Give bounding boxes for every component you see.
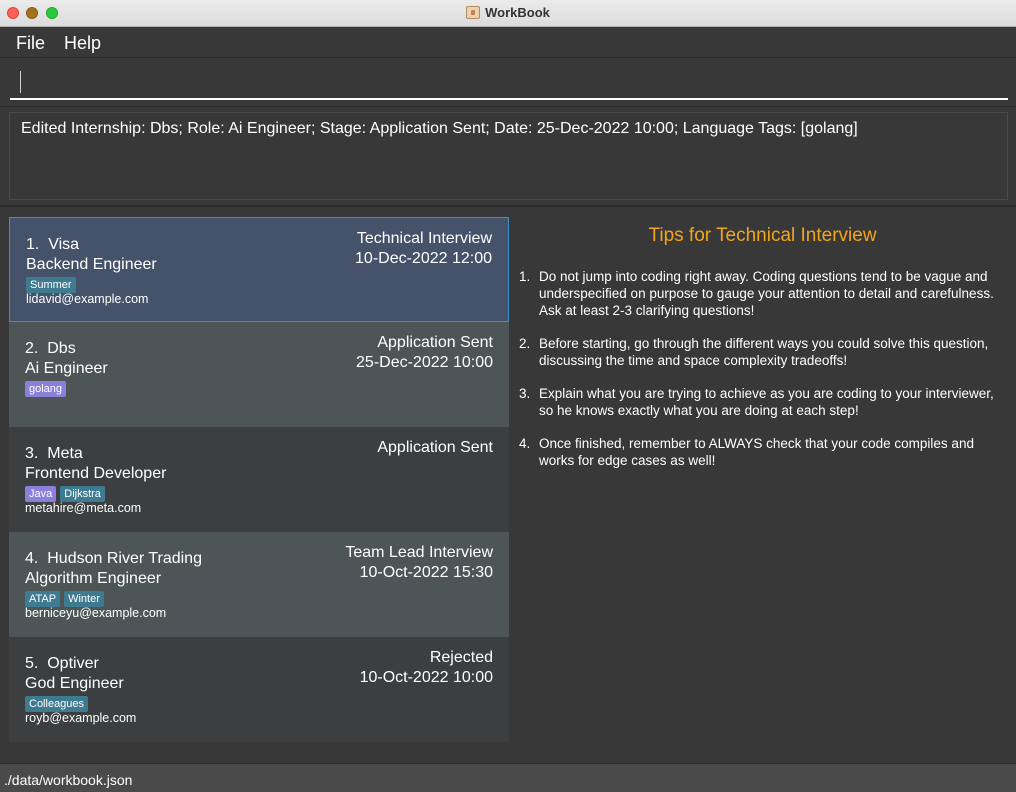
tip-text: Once finished, remember to ALWAYS check … bbox=[539, 436, 974, 468]
internship-card-1[interactable]: 1. Visa Backend Engineer Summer lidavid@… bbox=[9, 217, 509, 322]
company-name: Meta bbox=[47, 445, 83, 462]
internship-company: 3. Meta bbox=[25, 445, 83, 463]
result-display: Edited Internship: Dbs; Role: Ai Enginee… bbox=[9, 112, 1008, 200]
internship-role: God Engineer bbox=[25, 675, 124, 692]
internship-index: 4. bbox=[25, 550, 39, 567]
company-name: Hudson River Trading bbox=[47, 550, 202, 567]
tag: ATAP bbox=[25, 591, 61, 607]
internship-email: royb@example.com bbox=[25, 711, 137, 725]
internship-stage: Application Sent bbox=[377, 439, 493, 456]
window-title: WorkBook bbox=[0, 5, 1016, 20]
internship-company: 2. Dbs bbox=[25, 340, 76, 358]
command-input[interactable] bbox=[10, 67, 1008, 100]
internship-company: 5. Optiver bbox=[25, 655, 99, 673]
tag-list: Java Dijkstra bbox=[25, 484, 109, 502]
internship-email: metahire@meta.com bbox=[25, 501, 142, 515]
tag-list: golang bbox=[25, 379, 70, 397]
tag: Java bbox=[25, 486, 57, 502]
internship-role: Backend Engineer bbox=[26, 256, 157, 273]
menu-help[interactable]: Help bbox=[64, 33, 101, 54]
internship-company: 4. Hudson River Trading bbox=[25, 550, 202, 568]
internship-index: 1. bbox=[26, 236, 40, 253]
text-caret bbox=[20, 71, 21, 93]
title-bar: WorkBook bbox=[0, 0, 1016, 27]
internship-date: 10-Dec-2022 12:00 bbox=[355, 250, 492, 267]
tag: Colleagues bbox=[25, 696, 89, 712]
tips-list: 1. Do not jump into coding right away. Co… bbox=[519, 268, 1009, 485]
tag-list: Colleagues bbox=[25, 694, 92, 712]
company-name: Dbs bbox=[47, 340, 76, 357]
tag: Summer bbox=[26, 277, 76, 293]
internship-stage: Team Lead Interview bbox=[345, 544, 493, 561]
internship-list: 1. Visa Backend Engineer Summer lidavid@… bbox=[9, 217, 509, 744]
internship-role: Frontend Developer bbox=[25, 465, 167, 482]
internship-email: berniceyu@example.com bbox=[25, 606, 167, 620]
menu-bar: File Help bbox=[0, 28, 1016, 58]
app-icon bbox=[466, 6, 481, 19]
internship-date: 10-Oct-2022 10:00 bbox=[359, 669, 493, 686]
company-name: Optiver bbox=[47, 655, 99, 672]
menu-file[interactable]: File bbox=[16, 33, 45, 54]
save-location: ./data/workbook.json bbox=[4, 772, 133, 788]
internship-company: 1. Visa bbox=[26, 236, 79, 254]
internship-role: Algorithm Engineer bbox=[25, 570, 162, 587]
tip-item: 4. Once finished, remember to ALWAYS chec… bbox=[519, 435, 1009, 469]
internship-index: 2. bbox=[25, 340, 39, 357]
internship-index: 3. bbox=[25, 445, 39, 462]
internship-card-4[interactable]: 4. Hudson River Trading Algorithm Engine… bbox=[9, 532, 509, 637]
result-message: Edited Internship: Dbs; Role: Ai Enginee… bbox=[21, 120, 858, 137]
tag-list: Summer bbox=[26, 275, 80, 293]
tag-list: ATAP Winter bbox=[25, 589, 108, 607]
internship-email: lidavid@example.com bbox=[26, 292, 149, 306]
tip-item: 3. Explain what you are trying to achieve… bbox=[519, 385, 1009, 419]
tip-text: Explain what you are trying to achieve a… bbox=[539, 386, 994, 418]
pane-divider[interactable] bbox=[0, 205, 1016, 207]
internship-stage: Application Sent bbox=[377, 334, 493, 351]
tips-title: Tips for Technical Interview bbox=[648, 225, 877, 246]
tip-number: 2. bbox=[519, 336, 531, 351]
internship-card-3[interactable]: 3. Meta Frontend Developer Java Dijkstra … bbox=[9, 427, 509, 532]
company-name: Visa bbox=[48, 236, 80, 253]
tag: golang bbox=[25, 381, 67, 397]
internship-stage: Rejected bbox=[429, 649, 493, 666]
internship-card-5[interactable]: 5. Optiver God Engineer Colleagues royb@… bbox=[9, 637, 509, 742]
tip-item: 1. Do not jump into coding right away. Co… bbox=[519, 268, 1009, 319]
command-box bbox=[0, 59, 1016, 107]
tip-text: Before starting, go through the differen… bbox=[539, 336, 989, 368]
tag: Dijkstra bbox=[60, 486, 105, 502]
internship-date: 10-Oct-2022 15:30 bbox=[359, 564, 493, 581]
tip-item: 2. Before starting, go through the differ… bbox=[519, 335, 1009, 369]
window-title-text: WorkBook bbox=[485, 5, 550, 20]
tag: Winter bbox=[64, 591, 104, 607]
internship-index: 5. bbox=[25, 655, 39, 672]
tips-panel: Tips for Technical Interview 1. Do not ju… bbox=[509, 217, 1016, 744]
internship-role: Ai Engineer bbox=[25, 360, 108, 377]
internship-card-2[interactable]: 2. Dbs Ai Engineer golang Application Se… bbox=[9, 322, 509, 427]
internship-date: 25-Dec-2022 10:00 bbox=[356, 354, 493, 371]
tip-text: Do not jump into coding right away. Codi… bbox=[539, 269, 994, 318]
status-bar: ./data/workbook.json bbox=[0, 763, 1016, 792]
tip-number: 1. bbox=[519, 269, 531, 284]
internship-stage: Technical Interview bbox=[356, 230, 492, 247]
tip-number: 4. bbox=[519, 436, 531, 451]
tip-number: 3. bbox=[519, 386, 531, 401]
